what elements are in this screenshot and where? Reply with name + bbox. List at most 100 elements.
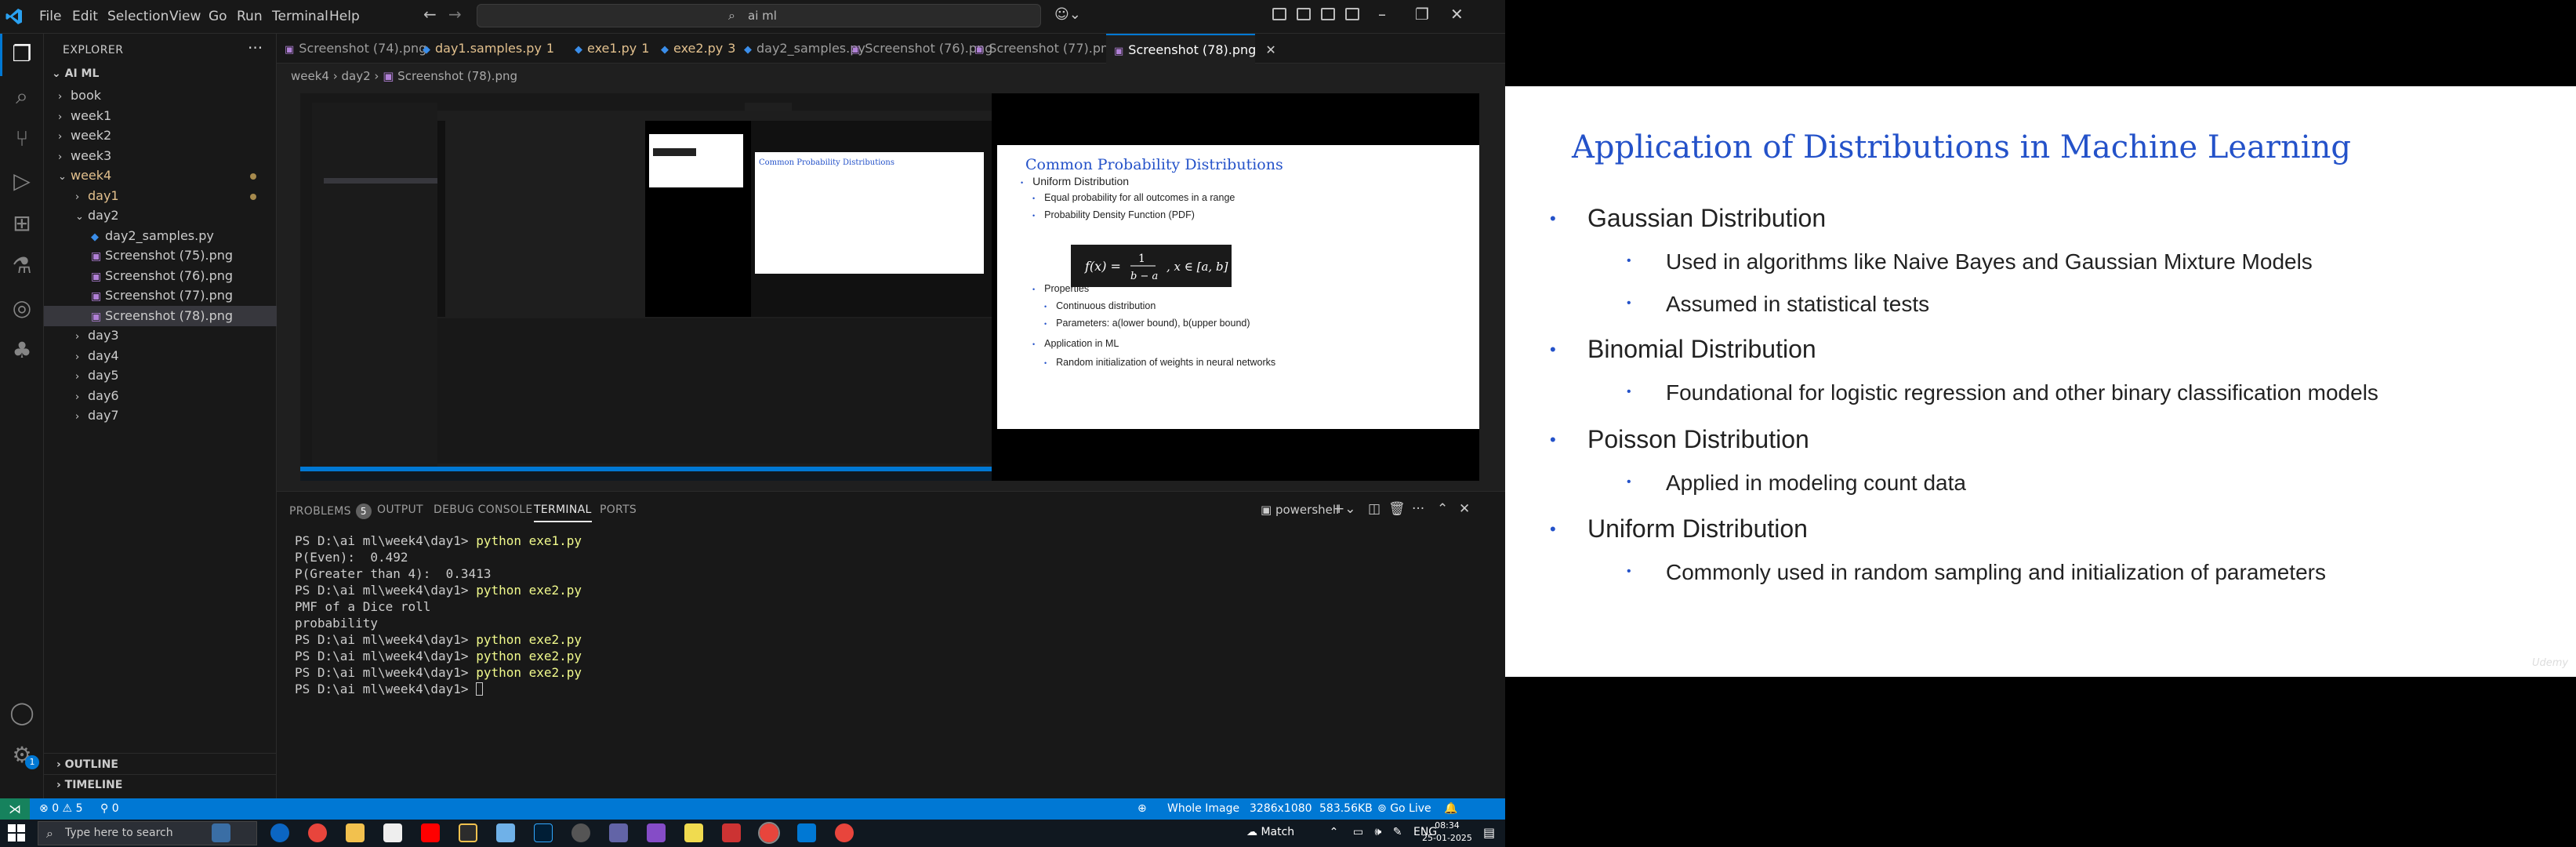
terminal-shell-selector[interactable]: ▣ powershell <box>1261 503 1339 517</box>
customize-layout-icon[interactable] <box>1345 8 1359 20</box>
editor-tab[interactable]: ◆ exe2.py 3 <box>653 34 735 64</box>
settings-app-icon[interactable] <box>571 823 590 842</box>
terminal-output[interactable]: PS D:\ai ml\week4\day1> python exe1.py P(… <box>295 533 582 697</box>
menu-edit[interactable]: Edit <box>72 9 98 24</box>
chrome-active-icon[interactable] <box>758 822 780 844</box>
editor-tab[interactable]: ▣ Screenshot (78).png ✕ <box>1106 34 1276 64</box>
folder-item[interactable]: › day4 <box>44 346 277 366</box>
editor-tab[interactable]: ▣ Screenshot (77).png <box>967 34 1116 64</box>
taskbar-clock[interactable]: 08:34 25-01-2025 <box>1422 820 1472 845</box>
folder-item[interactable]: › day3 <box>44 325 277 346</box>
editor-tab[interactable]: ◆ day1.samples.py 1 <box>415 34 562 64</box>
teams-icon[interactable] <box>609 823 628 842</box>
search-highlight-icon[interactable] <box>212 823 230 842</box>
network-icon[interactable]: ▭ <box>1353 826 1363 838</box>
outline-section[interactable]: › OUTLINE <box>56 758 118 771</box>
menu-view[interactable]: View <box>169 9 201 24</box>
menu-go[interactable]: Go <box>209 9 227 24</box>
vscode-taskbar-icon[interactable] <box>797 823 816 842</box>
file-item[interactable]: ▣ Screenshot (78).png <box>44 305 277 326</box>
folder-item[interactable]: ⌄ week4 <box>44 165 277 186</box>
toggle-panel-icon[interactable] <box>1297 8 1311 20</box>
breadcrumb-item[interactable]: Screenshot (78).png <box>397 69 517 83</box>
search-icon[interactable]: ⌕ <box>6 81 38 112</box>
extensions-icon[interactable]: ⊞ <box>6 208 38 239</box>
file-item[interactable]: ◆ day2_samples.py <box>44 226 277 246</box>
edge-icon[interactable] <box>270 823 289 842</box>
close-panel-icon[interactable]: ✕ <box>1459 501 1470 517</box>
more-actions-icon[interactable]: ··· <box>248 38 263 57</box>
volume-icon[interactable]: 🕪 <box>1375 826 1382 838</box>
notification-center-icon[interactable]: ▤ <box>1483 825 1495 840</box>
more-actions-icon[interactable]: ··· <box>1412 501 1424 517</box>
file-item[interactable]: ▣ Screenshot (76).png <box>44 266 277 286</box>
media-player-icon[interactable] <box>459 823 477 842</box>
youtube-icon[interactable] <box>421 823 440 842</box>
zoom-icon[interactable]: ⊕ <box>1137 802 1147 815</box>
editor-tab[interactable]: ◆ exe1.py 1 <box>567 34 649 64</box>
command-center[interactable]: ⌕ ai ml <box>477 4 1041 27</box>
kill-terminal-icon[interactable]: 🗑 <box>1388 501 1406 517</box>
tab-output[interactable]: OUTPUT <box>377 503 423 516</box>
pen-icon[interactable]: ✎ <box>1393 826 1402 838</box>
menu-terminal[interactable]: Terminal <box>272 9 328 24</box>
go-live-button[interactable]: ⊚ Go Live <box>1377 802 1431 815</box>
store-icon[interactable] <box>496 823 515 842</box>
close-tab-icon[interactable]: ✕ <box>1265 42 1275 57</box>
file-item[interactable]: ▣ Screenshot (77).png <box>44 285 277 306</box>
source-control-icon[interactable]: ⑂ <box>6 123 38 154</box>
folder-item[interactable]: ⌄ day2 <box>44 205 277 226</box>
run-debug-icon[interactable]: ▷ <box>6 165 38 197</box>
editor-tab[interactable]: ▣ Screenshot (76).png <box>843 34 992 64</box>
folder-item[interactable]: › day1 <box>44 186 277 206</box>
folder-item[interactable]: › day5 <box>44 365 277 386</box>
image-preview[interactable]: Common Probability Distributions • Unifor… <box>300 93 1479 481</box>
tab-debug-console[interactable]: DEBUG CONSOLE <box>434 503 533 516</box>
menu-selection[interactable]: Selection <box>107 9 169 24</box>
copilot-icon[interactable]: ☺⌄ <box>1054 6 1081 23</box>
tab-terminal[interactable]: TERMINAL <box>534 503 592 522</box>
python-icon[interactable]: ♣ <box>6 335 38 366</box>
problems-status[interactable]: ⊗ 0 ⚠ 5 <box>39 802 82 815</box>
image-mode-status[interactable]: Whole Image <box>1167 802 1239 815</box>
weather-icon[interactable]: ☁ <box>1246 826 1261 838</box>
folder-item[interactable]: › book <box>44 85 277 106</box>
chrome-icon[interactable] <box>308 823 327 842</box>
windows-start-icon[interactable] <box>8 824 25 842</box>
split-terminal-icon[interactable]: ◫ <box>1368 501 1381 517</box>
timeline-section[interactable]: › TIMELINE <box>56 779 122 791</box>
toggle-secondary-sidebar-icon[interactable] <box>1321 8 1335 20</box>
python-app-icon[interactable] <box>684 823 703 842</box>
tab-problems[interactable]: PROBLEMS 5 <box>289 503 372 519</box>
photoshop-icon[interactable] <box>534 823 553 842</box>
minimize-icon[interactable]: – <box>1378 5 1386 24</box>
tab-ports[interactable]: PORTS <box>600 503 637 516</box>
java-icon[interactable] <box>722 823 741 842</box>
close-icon[interactable]: ✕ <box>1450 5 1464 24</box>
menu-help[interactable]: Help <box>329 9 360 24</box>
notepad-icon[interactable] <box>383 823 402 842</box>
visual-studio-icon[interactable] <box>647 823 666 842</box>
chrome-profile-icon[interactable] <box>835 823 854 842</box>
tray-overflow-icon[interactable]: ⌃ <box>1330 826 1339 838</box>
editor-tab[interactable]: ◆ day2_samples.py <box>736 34 865 64</box>
nav-back-icon[interactable]: ← <box>423 5 437 24</box>
explorer-icon[interactable]: ❐ <box>6 38 38 70</box>
folder-item[interactable]: › week3 <box>44 146 277 166</box>
breadcrumb-item[interactable]: day2 <box>342 69 371 83</box>
file-explorer-icon[interactable] <box>346 823 365 842</box>
settings-gear-icon[interactable]: ⚙ 1 <box>6 740 39 771</box>
folder-item[interactable]: › day6 <box>44 386 277 406</box>
testing-icon[interactable]: ⚗ <box>6 250 38 282</box>
remote-explorer-icon[interactable]: ◎ <box>6 293 38 324</box>
new-terminal-icon[interactable]: +⌄ <box>1333 501 1356 517</box>
notifications-icon[interactable]: 🔔 <box>1444 802 1457 815</box>
breadcrumb-item[interactable]: week4 <box>291 69 329 83</box>
nav-forward-icon[interactable]: → <box>448 5 462 24</box>
menu-file[interactable]: File <box>39 9 61 24</box>
remote-icon[interactable]: ⋊ <box>0 798 30 820</box>
folder-item[interactable]: › week1 <box>44 106 277 126</box>
folder-item[interactable]: › week2 <box>44 125 277 146</box>
toggle-sidebar-icon[interactable] <box>1272 8 1286 20</box>
maximize-panel-icon[interactable]: ⌃ <box>1437 501 1448 517</box>
